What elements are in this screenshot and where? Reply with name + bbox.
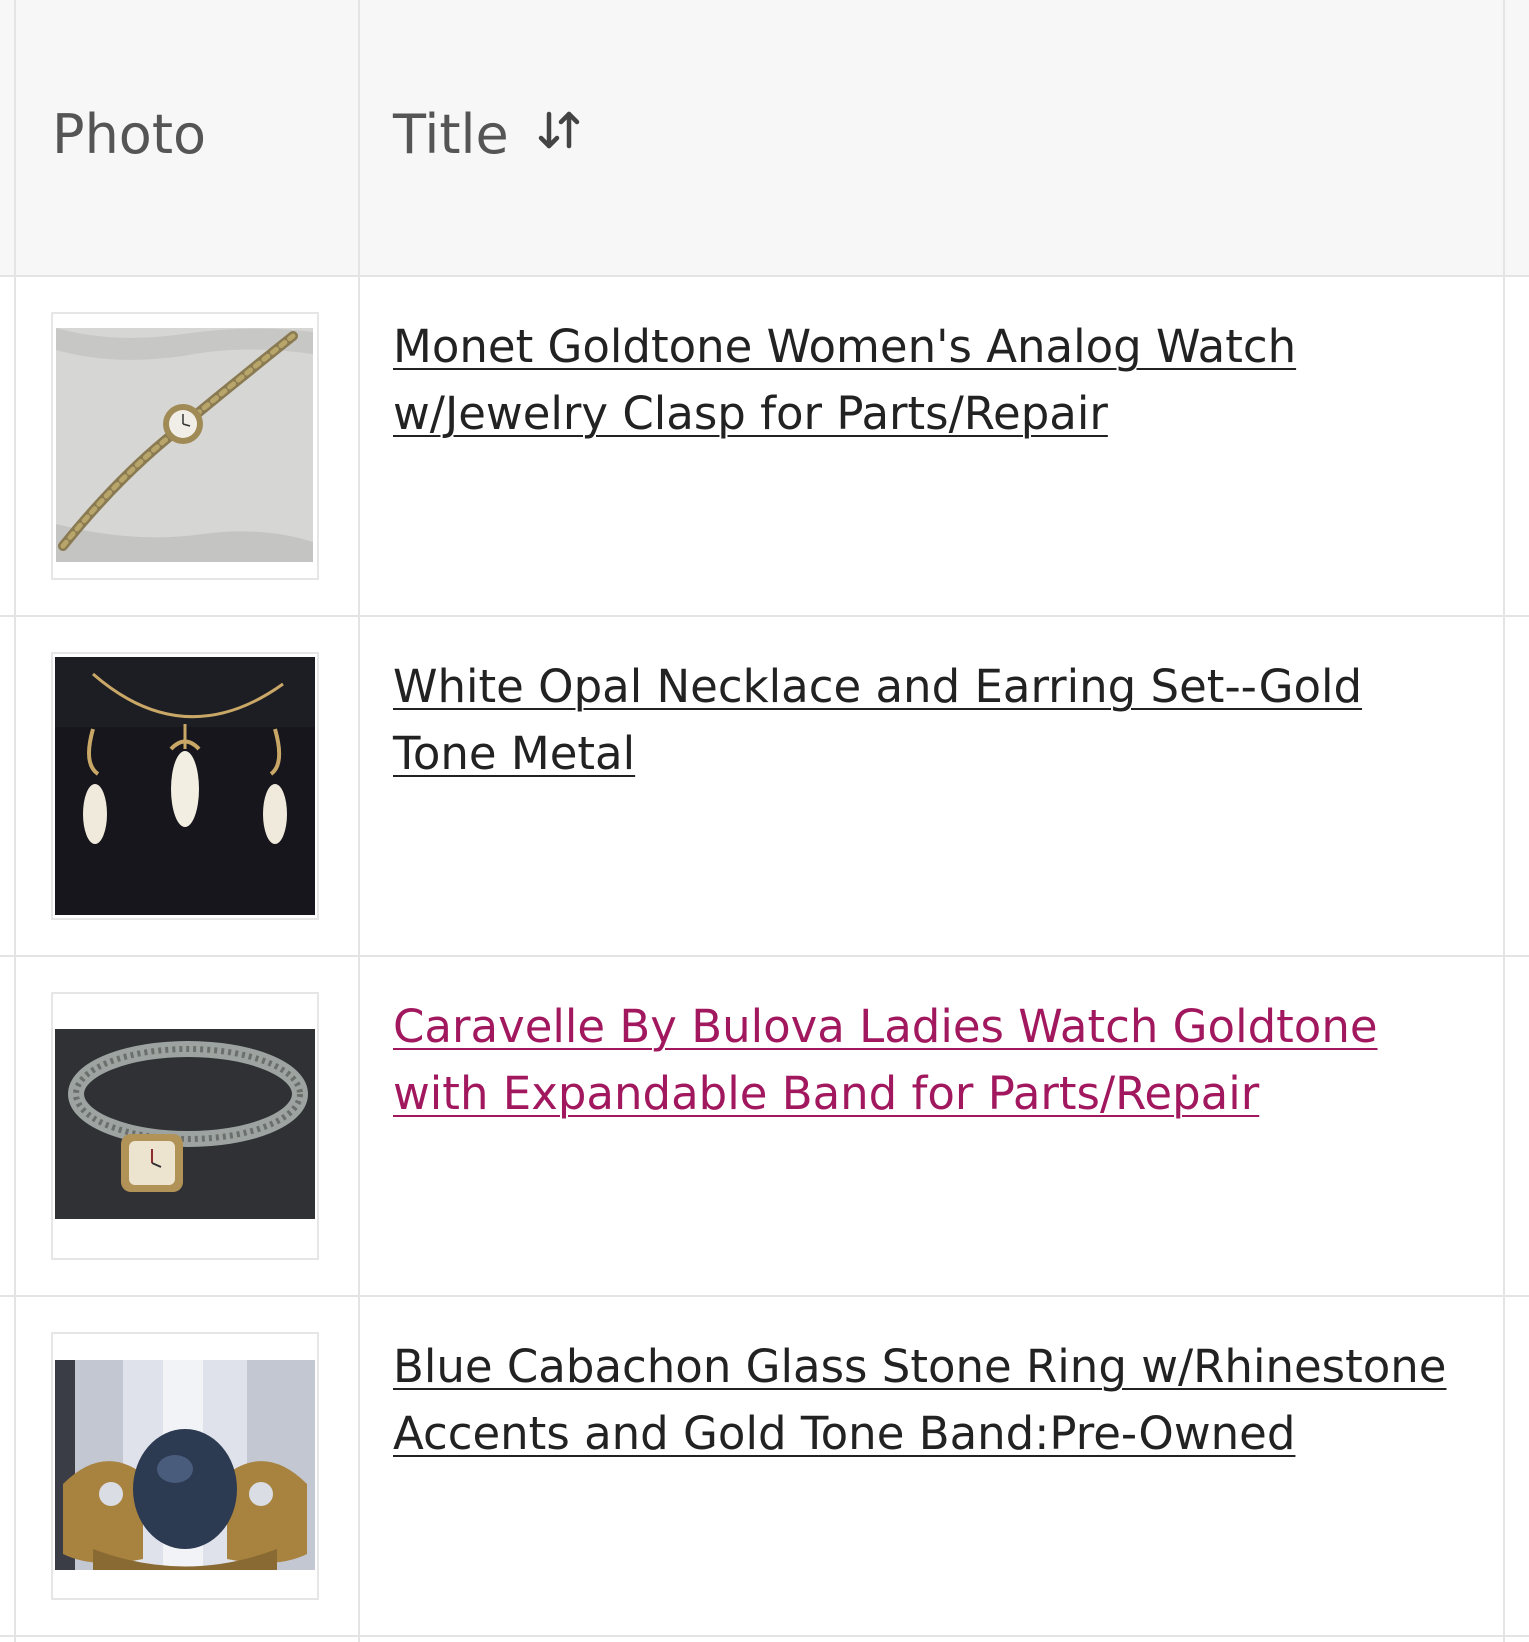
item-photo-opal-set[interactable] [51,652,319,920]
item-title-link[interactable]: Blue Cabachon Glass Stone Ring w/Rhinest… [393,1333,1473,1467]
table-border-right [1503,0,1505,1642]
table-row: Caravelle By Bulova Ladies Watch Goldton… [0,957,1529,1297]
title-column-label: Title [393,103,509,166]
table-border-left [14,0,16,1642]
item-photo-blue-ring[interactable] [51,1332,319,1600]
table-row: Blue Cabachon Glass Stone Ring w/Rhinest… [0,1297,1529,1637]
item-photo-watch-bracelet[interactable] [51,312,319,580]
listings-table: Photo Title Monet Goldtone Women's Analo… [0,0,1529,1642]
item-title-link[interactable]: White Opal Necklace and Earring Set--Gol… [393,653,1473,787]
photo-column-header: Photo [52,103,207,166]
table-row: White Opal Necklace and Earring Set--Gol… [0,617,1529,957]
column-divider [358,0,360,1642]
table-header-row: Photo Title [0,0,1529,277]
item-title-link[interactable]: Monet Goldtone Women's Analog Watch w/Je… [393,313,1473,447]
sort-arrows-icon[interactable] [537,99,585,169]
item-photo-expandable-watch[interactable] [51,992,319,1260]
title-column-header[interactable]: Title [393,100,585,170]
table-row: Monet Goldtone Women's Analog Watch w/Je… [0,277,1529,617]
item-title-link[interactable]: Caravelle By Bulova Ladies Watch Goldton… [393,993,1473,1127]
